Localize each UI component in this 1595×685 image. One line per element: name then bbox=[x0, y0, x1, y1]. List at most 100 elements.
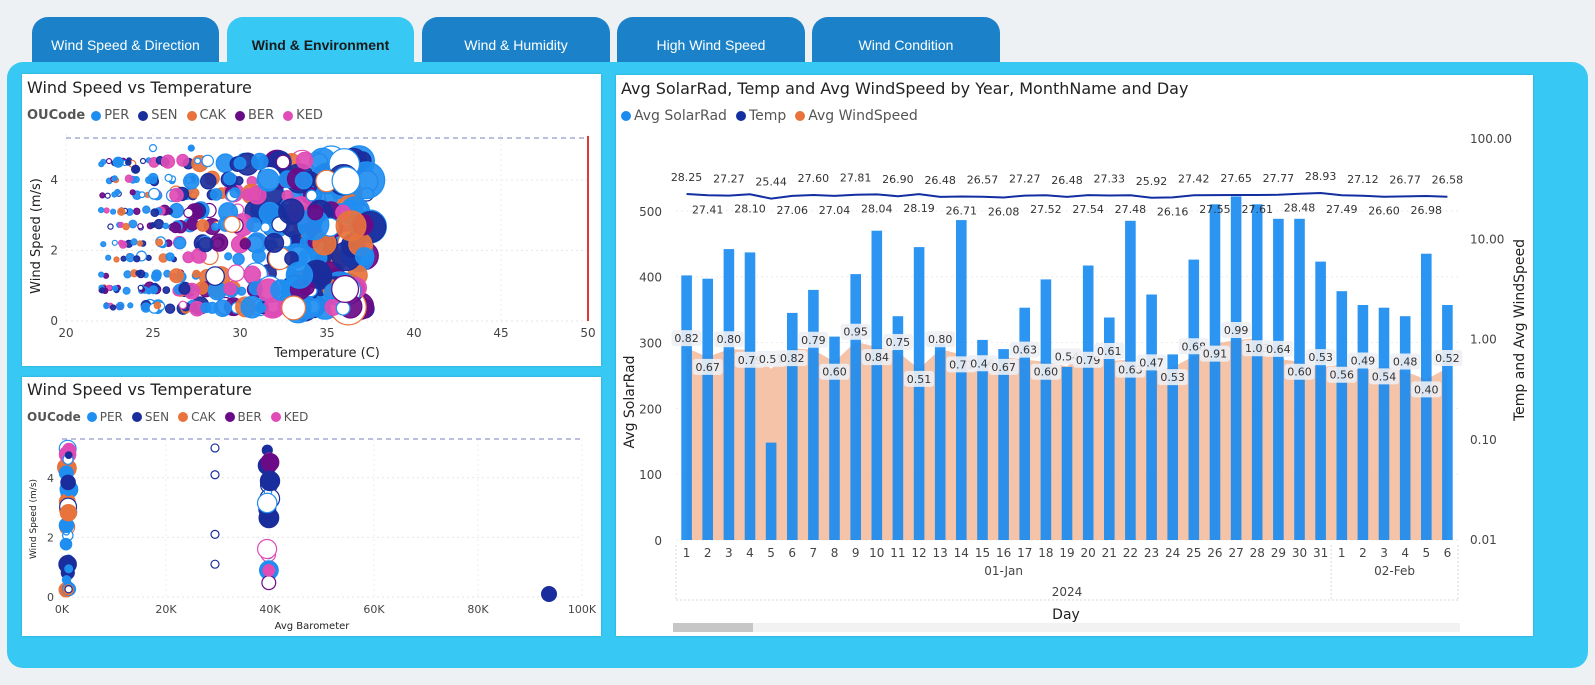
solarrad-bar[interactable] bbox=[998, 349, 1009, 540]
scatter-point[interactable] bbox=[133, 207, 141, 215]
solarrad-bar[interactable] bbox=[850, 274, 861, 540]
solarrad-bar[interactable] bbox=[723, 249, 735, 540]
scatter-point[interactable] bbox=[135, 270, 142, 277]
scatter-point[interactable] bbox=[257, 538, 278, 560]
solarrad-bar[interactable] bbox=[1061, 366, 1073, 540]
scatter-point[interactable] bbox=[182, 251, 195, 264]
scatter1-plot[interactable]: 0 2 4 20 25 30 35 40 45 50 Wind Speed (m/s) Tempe… bbox=[22, 74, 601, 366]
scatter-point[interactable] bbox=[243, 265, 262, 284]
scatter2-plot[interactable]: 0240K 20K 40K 60K 80K 100K Wind Speed (m/s) A… bbox=[22, 377, 601, 636]
scatter-point[interactable] bbox=[142, 205, 151, 214]
solarrad-bar[interactable] bbox=[1273, 218, 1284, 541]
scatter-point[interactable] bbox=[125, 253, 135, 263]
scatter-point[interactable] bbox=[127, 302, 134, 309]
tab-wind-speed-direction[interactable]: Wind Speed & Direction bbox=[32, 17, 219, 67]
scatter-point[interactable] bbox=[133, 255, 141, 263]
scatter-point[interactable] bbox=[210, 559, 220, 569]
scatter-point[interactable] bbox=[136, 240, 144, 247]
scatter-point[interactable] bbox=[59, 503, 78, 522]
scatter-point[interactable] bbox=[99, 287, 106, 294]
scatter-point[interactable] bbox=[232, 252, 245, 266]
scatter-point[interactable] bbox=[178, 282, 191, 295]
scatter-point[interactable] bbox=[209, 188, 223, 201]
scatter-point[interactable] bbox=[153, 301, 162, 310]
scatter-point[interactable] bbox=[169, 187, 184, 203]
scatter-point[interactable] bbox=[122, 286, 131, 295]
tab-wind-humidity[interactable]: Wind & Humidity bbox=[422, 17, 610, 67]
scatter-point[interactable] bbox=[223, 281, 237, 296]
scatter-point[interactable] bbox=[103, 303, 110, 310]
scatter-point[interactable] bbox=[148, 285, 158, 295]
scatter-point[interactable] bbox=[246, 217, 262, 233]
solarrad-bar[interactable] bbox=[1230, 196, 1242, 540]
scatter-point[interactable] bbox=[116, 301, 125, 310]
scatter-point[interactable] bbox=[229, 187, 241, 199]
scatter-point[interactable] bbox=[541, 586, 557, 603]
scatter-point[interactable] bbox=[164, 303, 176, 314]
scatter-point[interactable] bbox=[164, 173, 173, 183]
scatter-point[interactable] bbox=[137, 284, 144, 291]
scatter-point[interactable] bbox=[178, 300, 188, 310]
scatter-point[interactable] bbox=[124, 174, 134, 183]
scatter-point[interactable] bbox=[197, 236, 214, 253]
scatter-point[interactable] bbox=[183, 172, 200, 190]
solarrad-bar[interactable] bbox=[1378, 307, 1390, 540]
solarrad-bar[interactable] bbox=[1251, 204, 1263, 541]
solarrad-bar[interactable] bbox=[913, 247, 925, 540]
scatter-point[interactable] bbox=[64, 584, 73, 594]
scatter-point[interactable] bbox=[260, 452, 280, 472]
scatter-point[interactable] bbox=[205, 266, 225, 286]
scatter-point[interactable] bbox=[233, 156, 247, 170]
scatter-point[interactable] bbox=[206, 301, 219, 314]
scatter-point[interactable] bbox=[111, 285, 119, 292]
scatter-point[interactable] bbox=[192, 269, 201, 279]
combo-chart-plot[interactable]: 28.25 27.41 27.27 28.10 25.44 27.06 27.60 27.04… bbox=[616, 75, 1533, 636]
scatter-point[interactable] bbox=[139, 157, 147, 165]
scatter-point[interactable] bbox=[111, 175, 118, 182]
solarrad-bar[interactable] bbox=[934, 343, 946, 540]
scatter-card-barometer[interactable]: Wind Speed vs Temperature OUCode PER SEN… bbox=[22, 377, 601, 636]
solarrad-bar[interactable] bbox=[1040, 279, 1052, 540]
solarrad-bar[interactable] bbox=[1125, 220, 1136, 541]
scatter-point[interactable] bbox=[251, 248, 266, 263]
scatter-point[interactable] bbox=[183, 207, 194, 219]
scatter-point[interactable] bbox=[120, 255, 127, 262]
solarrad-bar[interactable] bbox=[871, 230, 883, 540]
scatter-point[interactable] bbox=[331, 166, 361, 196]
scatter-point[interactable] bbox=[100, 158, 107, 165]
tab-wind-environment[interactable]: Wind & Environment bbox=[227, 17, 414, 67]
solarrad-bar[interactable] bbox=[702, 278, 713, 540]
scatter-point[interactable] bbox=[60, 474, 76, 491]
solarrad-bar[interactable] bbox=[1399, 316, 1411, 540]
scatter-point[interactable] bbox=[103, 207, 110, 214]
solarrad-bar[interactable] bbox=[1442, 305, 1453, 540]
horizontal-scrollbar-thumb[interactable] bbox=[673, 623, 753, 632]
scatter-point[interactable] bbox=[122, 222, 130, 231]
tab-wind-condition[interactable]: Wind Condition bbox=[812, 17, 1000, 67]
scatter-point[interactable] bbox=[209, 233, 229, 252]
scatter-point[interactable] bbox=[169, 268, 185, 284]
scatter-point[interactable] bbox=[227, 264, 245, 282]
solarrad-bar[interactable] bbox=[765, 442, 777, 540]
scatter-point[interactable] bbox=[162, 286, 171, 295]
scatter-point[interactable] bbox=[187, 144, 195, 152]
scatter-point[interactable] bbox=[335, 210, 367, 242]
scatter-point[interactable] bbox=[113, 256, 120, 263]
scatter-point[interactable] bbox=[188, 187, 200, 199]
scatter-point[interactable] bbox=[237, 286, 247, 296]
scatter-point[interactable] bbox=[173, 236, 187, 250]
scatter-point[interactable] bbox=[100, 241, 107, 248]
scatter-point[interactable] bbox=[105, 157, 113, 165]
scatter-point[interactable] bbox=[251, 152, 269, 171]
scatter-point[interactable] bbox=[223, 215, 241, 233]
scatter-point[interactable] bbox=[97, 207, 105, 214]
horizontal-scrollbar-track[interactable] bbox=[673, 623, 1460, 632]
solarrad-bar[interactable] bbox=[1336, 291, 1348, 540]
scatter-point[interactable] bbox=[210, 443, 220, 453]
scatter-point[interactable] bbox=[64, 451, 73, 459]
scatter-point[interactable] bbox=[104, 192, 111, 199]
scatter-point[interactable] bbox=[148, 144, 158, 153]
scatter-point[interactable] bbox=[260, 222, 271, 233]
scatter-point[interactable] bbox=[111, 239, 118, 246]
tab-high-wind-speed[interactable]: High Wind Speed bbox=[617, 17, 805, 67]
